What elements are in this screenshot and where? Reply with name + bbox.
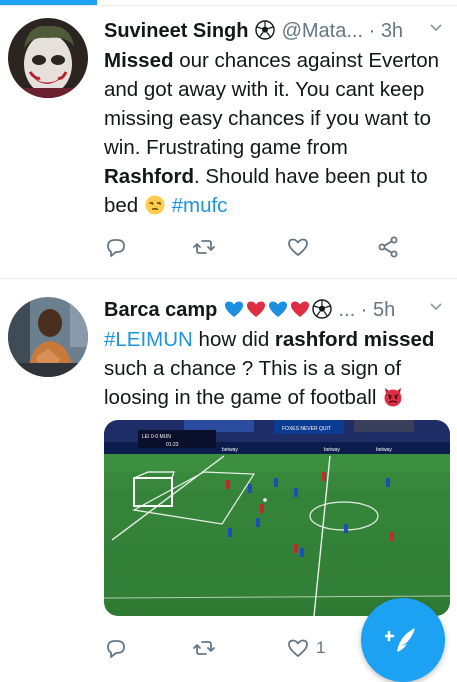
bold-word: rashford missed <box>274 328 435 351</box>
compose-tweet-button[interactable] <box>361 598 445 682</box>
chevron-down-icon[interactable] <box>429 295 443 325</box>
blue-heart-icon <box>268 301 287 317</box>
chevron-down-icon[interactable] <box>429 16 443 46</box>
hashtag-link[interactable]: #LEIMUN <box>104 328 193 351</box>
blue-heart-icon <box>224 301 243 317</box>
tweet-media-image[interactable]: LEI 0-0 MUN 01:23 betway betway betway F… <box>104 420 450 616</box>
share-icon <box>378 236 398 258</box>
reply-icon <box>107 640 125 658</box>
compose-tweet-icon <box>385 628 415 652</box>
tweet-text: #LEIMUN how did rashford missed such a c… <box>104 328 435 409</box>
user-handle[interactable]: ... <box>339 299 356 321</box>
tweet-actions <box>104 232 414 262</box>
avatar[interactable] <box>8 18 88 98</box>
hashtag-link[interactable]: #mufc <box>172 194 228 217</box>
timestamp: 5h <box>372 299 396 321</box>
soccer-ball-icon <box>255 20 275 40</box>
soccer-ball-icon <box>312 299 332 319</box>
display-name[interactable]: Barca camp <box>104 299 217 321</box>
red-heart-icon <box>290 301 309 317</box>
display-name[interactable]: Suvineet Singh <box>104 20 248 42</box>
ad-board-text: betway <box>222 447 238 453</box>
retweet-icon <box>193 641 215 655</box>
like-button[interactable] <box>286 232 310 262</box>
heart-icon <box>288 238 308 256</box>
red-heart-icon <box>246 301 265 317</box>
ad-board-text: betway <box>324 447 340 453</box>
like-count: 1 <box>316 638 326 657</box>
timestamp: 3h <box>380 20 404 42</box>
retweet-button[interactable] <box>192 232 216 262</box>
reply-icon <box>107 239 125 257</box>
bold-word: Rashford <box>104 165 194 188</box>
scoreboard-time: 01:23 <box>166 442 179 448</box>
scoreboard-teams: LEI 0-0 MUN <box>142 434 171 440</box>
ad-board-text: betway <box>376 447 392 453</box>
tweet[interactable]: Suvineet Singh @Mata... · 3h Missed our … <box>0 6 457 279</box>
heart-icon <box>288 639 308 657</box>
retweet-icon <box>193 240 215 254</box>
tweet-header: Suvineet Singh @Mata... · 3h <box>104 16 447 46</box>
user-handle[interactable]: @Mata... <box>282 20 363 42</box>
tweet-header: Barca camp ... · 5h <box>104 295 447 325</box>
reply-button[interactable] <box>104 232 128 262</box>
bold-word: Missed <box>104 49 174 72</box>
unamused-face-icon <box>145 195 165 215</box>
avatar[interactable] <box>8 297 88 377</box>
like-button[interactable]: 1 <box>286 633 325 663</box>
angry-devil-icon <box>384 388 402 407</box>
stand-banner-text: FOXES NEVER QUIT <box>282 426 331 432</box>
reply-button[interactable] <box>104 633 128 663</box>
tweet-text: Missed our chances against Everton and g… <box>104 49 440 217</box>
retweet-button[interactable] <box>192 633 216 663</box>
share-button[interactable] <box>376 232 400 262</box>
